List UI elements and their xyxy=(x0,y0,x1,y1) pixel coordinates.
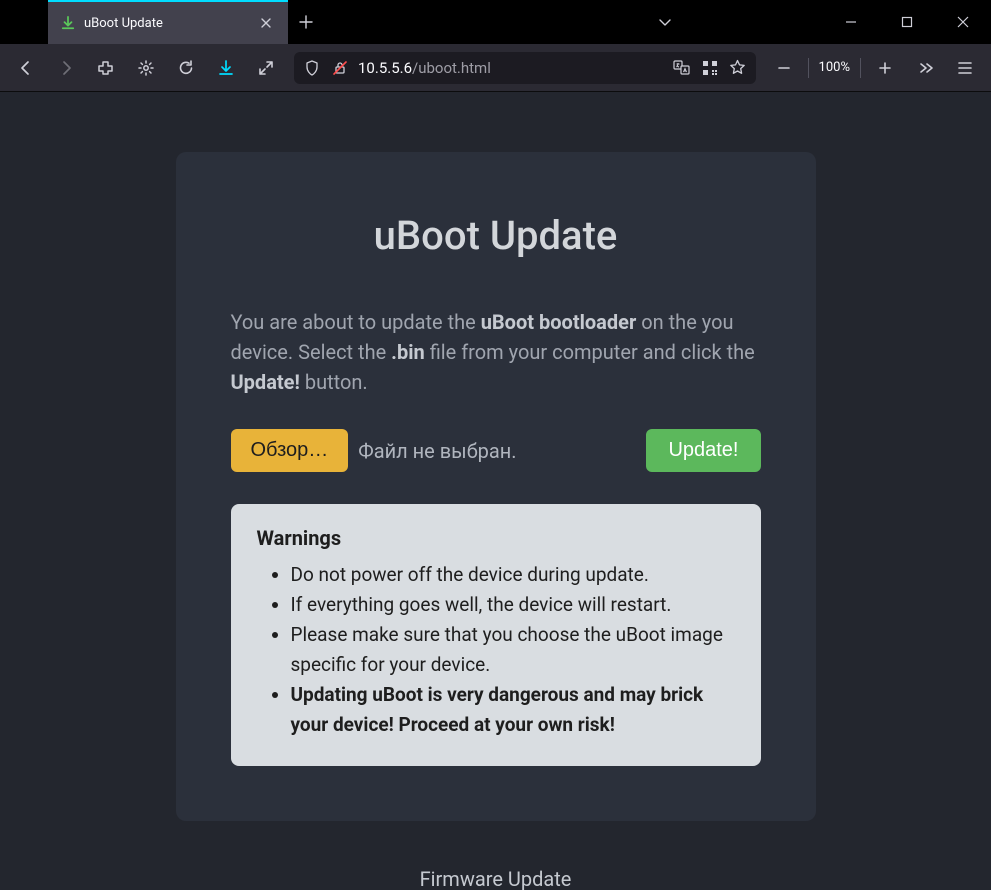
warnings-title: Warnings xyxy=(257,526,735,550)
update-button[interactable]: Update! xyxy=(646,429,760,472)
page-content: uBoot Update You are about to update the… xyxy=(0,92,991,890)
downloads-button[interactable] xyxy=(208,52,244,84)
maximize-button[interactable] xyxy=(879,0,935,44)
shield-icon xyxy=(302,58,322,78)
tab-close-button[interactable] xyxy=(256,13,276,33)
zoom-out-button[interactable] xyxy=(766,52,802,84)
warning-item: If everything goes well, the device will… xyxy=(291,590,735,620)
browser-tabs: uBoot Update xyxy=(0,0,324,44)
zoom-controls: 100% xyxy=(766,52,903,84)
download-favicon-icon xyxy=(60,15,76,31)
desc-segment: You are about to update the xyxy=(231,310,481,334)
fullscreen-button[interactable] xyxy=(248,52,284,84)
window-controls xyxy=(823,0,991,44)
hamburger-menu-button[interactable] xyxy=(947,52,983,84)
new-tab-button[interactable] xyxy=(288,0,324,44)
zoom-level: 100% xyxy=(815,60,854,75)
tabs-dropdown-button[interactable] xyxy=(647,15,683,29)
desc-bold: .bin xyxy=(391,340,425,364)
qr-icon[interactable] xyxy=(700,58,720,78)
warning-item: Do not power off the device during updat… xyxy=(291,560,735,590)
warnings-box: Warnings Do not power off the device dur… xyxy=(231,504,761,766)
browser-tab-active[interactable]: uBoot Update xyxy=(48,0,288,44)
overflow-menu-button[interactable] xyxy=(907,52,943,84)
warnings-list: Do not power off the device during updat… xyxy=(257,560,735,740)
close-window-button[interactable] xyxy=(935,0,991,44)
bookmark-star-icon[interactable] xyxy=(728,58,748,78)
back-button[interactable] xyxy=(8,52,44,84)
tab-title: uBoot Update xyxy=(84,16,248,31)
translate-icon[interactable] xyxy=(672,58,692,78)
warning-item-critical: Updating uBoot is very dangerous and may… xyxy=(291,680,735,740)
file-input-group: Обзор… Файл не выбран. xyxy=(231,429,517,472)
zoom-divider xyxy=(860,58,861,78)
browser-toolbar: 10.5.5.6/uboot.html 100% xyxy=(0,44,991,92)
reload-button[interactable] xyxy=(168,52,204,84)
browse-button[interactable]: Обзор… xyxy=(231,429,349,472)
file-status-text: Файл не выбран. xyxy=(358,439,516,463)
url-bar[interactable]: 10.5.5.6/uboot.html xyxy=(294,52,756,84)
url-host: 10.5.5.6 xyxy=(358,59,412,77)
titlebar: uBoot Update xyxy=(0,0,991,44)
page-title: uBoot Update xyxy=(231,212,761,259)
minimize-button[interactable] xyxy=(823,0,879,44)
forward-button[interactable] xyxy=(48,52,84,84)
desc-segment: button. xyxy=(300,370,368,394)
desc-bold: Update! xyxy=(231,370,300,394)
extension-button[interactable] xyxy=(88,52,124,84)
firmware-update-link[interactable]: Firmware Update xyxy=(0,867,991,890)
desc-segment: file from your computer and click the xyxy=(425,340,755,364)
desc-bold: uBoot bootloader xyxy=(481,310,637,334)
zoom-divider xyxy=(808,58,809,78)
settings-gear-icon[interactable] xyxy=(128,52,164,84)
url-path: /uboot.html xyxy=(412,59,491,77)
action-row: Обзор… Файл не выбран. Update! xyxy=(231,429,761,472)
url-text: 10.5.5.6/uboot.html xyxy=(358,59,664,77)
update-card: uBoot Update You are about to update the… xyxy=(176,152,816,821)
insecure-lock-icon xyxy=(330,58,350,78)
warning-item: Please make sure that you choose the uBo… xyxy=(291,620,735,680)
description-text: You are about to update the uBoot bootlo… xyxy=(231,307,761,397)
zoom-in-button[interactable] xyxy=(867,52,903,84)
